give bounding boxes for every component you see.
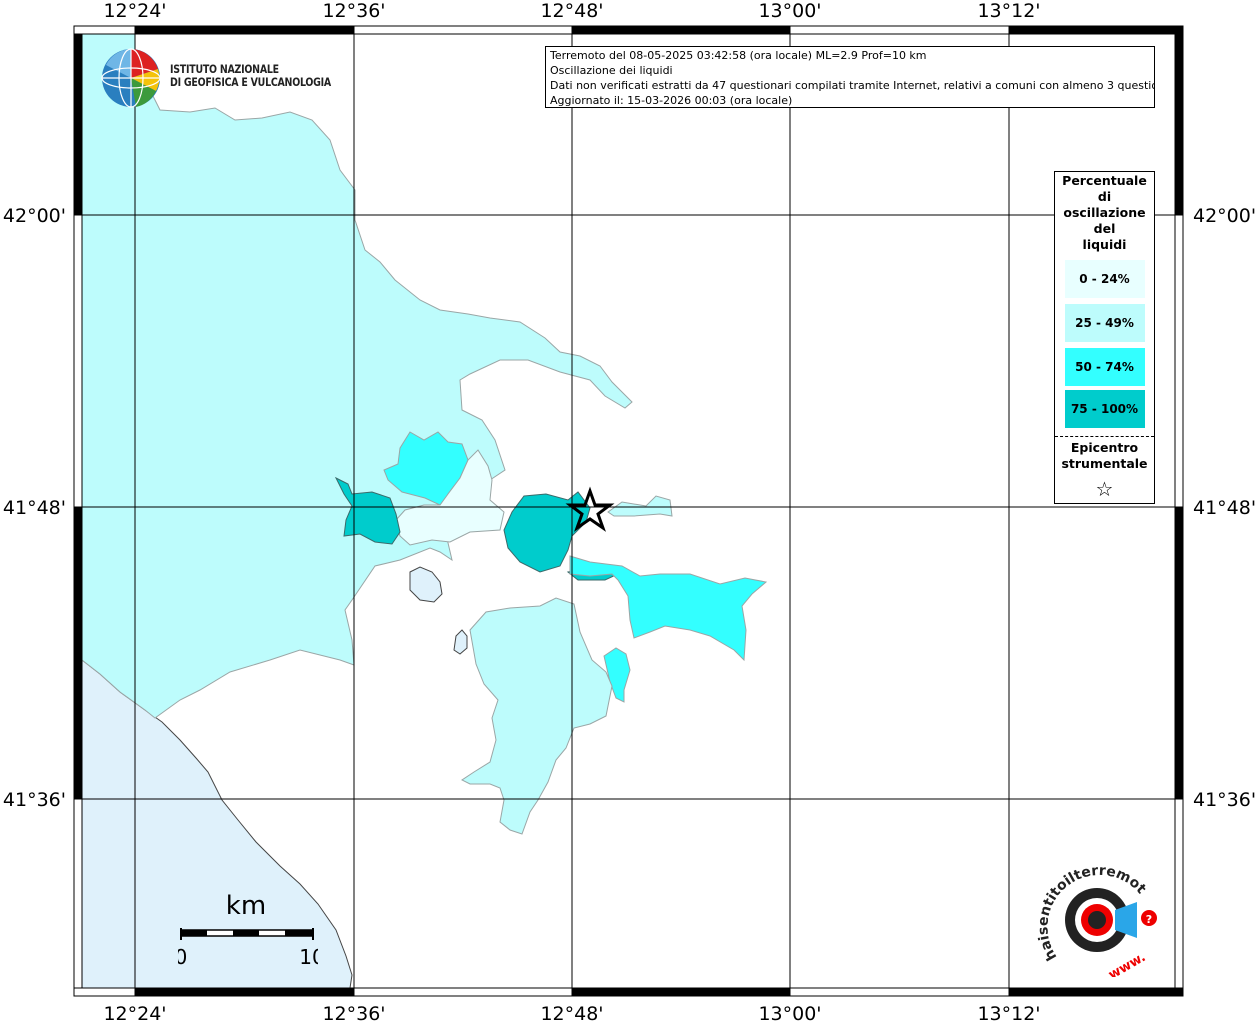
lat-tick-left-2: 41°48' — [3, 497, 66, 519]
event-info-line1: Terremoto del 08-05-2025 03:42:58 (ora l… — [550, 49, 927, 62]
legend-title-line: liquidi — [1082, 237, 1127, 252]
legend-epicenter-line: Epicentro — [1070, 440, 1139, 455]
scale-unit: km — [226, 891, 266, 921]
lon-tick-top-2: 12°36' — [322, 0, 385, 22]
lat-tick-right-1: 42°00' — [1193, 205, 1256, 227]
lon-tick-bottom-1: 12°24' — [103, 1003, 166, 1024]
event-info-line3: Dati non verificati estratti da 47 quest… — [550, 79, 1155, 92]
legend-title-line: oscillazione — [1063, 205, 1146, 220]
lon-tick-top-3: 12°48' — [540, 0, 603, 22]
haisentito-www: www. — [1106, 950, 1148, 977]
legend-item-25-49: 25 - 49% — [1064, 304, 1145, 342]
legend-star-icon: ☆ — [1095, 477, 1114, 501]
scale-start: 0 — [178, 945, 187, 969]
event-info-line2: Oscillazione dei liquidi — [550, 64, 673, 77]
lon-tick-bottom-5: 13°12' — [977, 1003, 1040, 1024]
lon-tick-top-5: 13°12' — [977, 0, 1040, 22]
scale-bar: km 0 10 — [178, 891, 318, 969]
lat-tick-right-2: 41°48' — [1193, 497, 1256, 519]
lat-tick-left-3: 41°36' — [3, 789, 66, 811]
legend-item-0-24: 0 - 24% — [1064, 260, 1145, 298]
ingv-name-line2: DI GEOFISICA E VULCANOLOGIA — [170, 75, 331, 89]
legend: Percentuale di oscillazione del liquidi … — [1054, 171, 1155, 504]
question-icon: ? — [1146, 913, 1152, 926]
legend-title-line: di — [1097, 189, 1112, 204]
lon-tick-bottom-3: 12°48' — [540, 1003, 603, 1024]
legend-item-50-74: 50 - 74% — [1064, 348, 1145, 386]
lon-tick-top-4: 13°00' — [758, 0, 821, 22]
lat-tick-right-3: 41°36' — [1193, 789, 1256, 811]
lon-tick-bottom-2: 12°36' — [322, 1003, 385, 1024]
lon-tick-top-1: 12°24' — [103, 0, 166, 22]
legend-epicenter-label: Epicentro strumentale — [1055, 437, 1154, 472]
lon-tick-bottom-4: 13°00' — [758, 1003, 821, 1024]
scale-end: 10 — [299, 945, 318, 969]
legend-title-line: Percentuale — [1062, 173, 1147, 188]
ingv-name: ISTITUTO NAZIONALE DI GEOFISICA E VULCAN… — [170, 63, 331, 89]
ingv-logo: ISTITUTO NAZIONALE DI GEOFISICA E VULCAN… — [100, 47, 331, 109]
legend-epicenter-line: strumentale — [1061, 456, 1148, 471]
legend-title-line: del — [1093, 221, 1116, 236]
haisentito-logo: haisentitoilterremoto.it ? www. — [1037, 862, 1157, 977]
event-info-line4: Aggiornato il: 15-03-2026 00:03 (ora loc… — [550, 94, 793, 107]
lat-tick-left-1: 42°00' — [3, 205, 66, 227]
legend-item-75-100: 75 - 100% — [1064, 390, 1145, 428]
legend-title: Percentuale di oscillazione del liquidi — [1055, 172, 1154, 253]
event-info-box: Terremoto del 08-05-2025 03:42:58 (ora l… — [545, 46, 1155, 108]
globe-icon — [101, 48, 161, 108]
